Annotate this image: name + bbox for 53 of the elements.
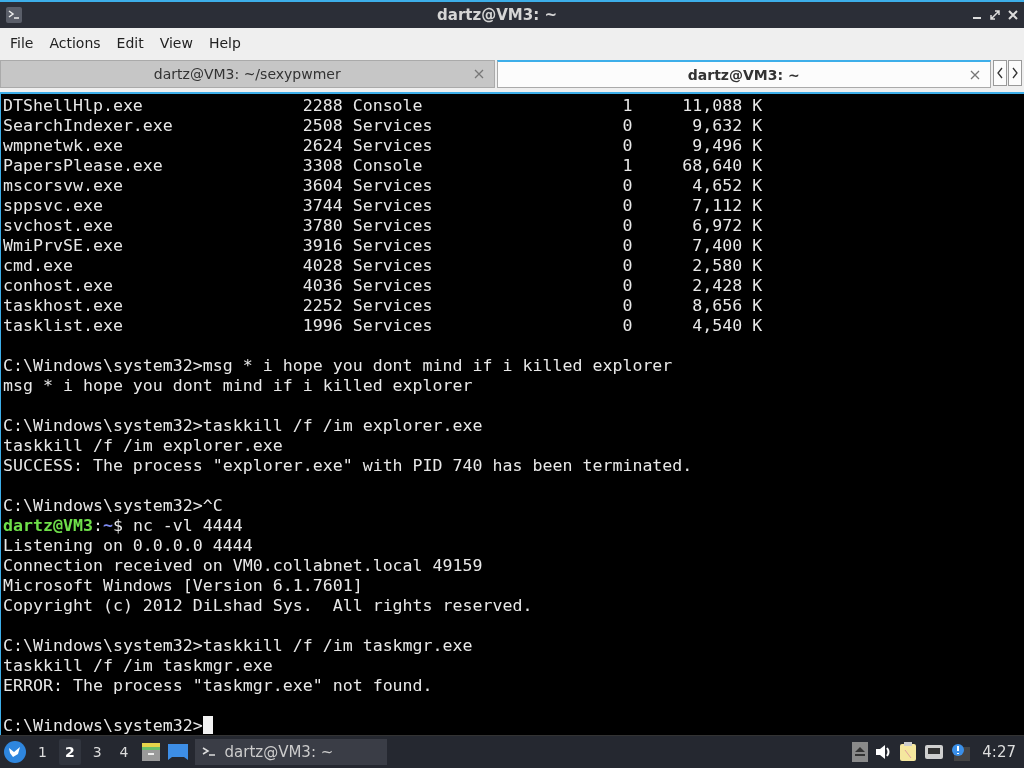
terminal-icon [200,745,217,759]
maximize-icon[interactable] [990,10,1000,20]
terminal-line: sppsvc.exe 3744 Services 0 7,112 K [3,196,763,216]
window-title: dartz@VM3: ~ [436,6,558,24]
clipboard-icon[interactable] [898,742,919,762]
file-cabinet-icon[interactable] [140,742,161,762]
terminal-line: msg * i hope you dont mind if i killed explorer [3,376,473,396]
terminal-line: WmiPrvSE.exe 3916 Services 0 7,400 K [3,236,763,256]
terminal-line: SUCCESS: The process "explorer.exe" with PID 740 has been terminated. [3,456,693,476]
terminal-line: ERROR: The process "taskmgr.exe" not found. [3,676,433,696]
terminal-line: C:\Windows\system32>taskkill /f /im explorer.exe [3,416,483,436]
terminal-line: C:\Windows\system32> [3,716,203,735]
terminal-line: PapersPlease.exe 3308 Console 1 68,640 K [3,156,763,176]
desktop-icon[interactable] [166,742,189,762]
terminal-line: tasklist.exe 1996 Services 0 4,540 K [3,316,763,336]
menu-item[interactable]: File [2,31,42,55]
clock[interactable]: 4:27 [976,743,1020,761]
tab[interactable]: dartz@VM3: ~ [496,60,991,88]
chevron-left-icon[interactable] [993,60,1007,86]
tab[interactable]: dartz@VM3: ~/sexypwmer [0,60,495,88]
terminal-line: svchost.exe 3780 Services 0 6,972 K [3,216,763,236]
terminal-line: C:\Windows\system32>taskkill /f /im taskmgr.exe [3,636,473,656]
menu-item[interactable]: Edit [108,31,152,55]
terminal-line: SearchIndexer.exe 2508 Services 0 9,632 K [3,116,763,136]
workspace-button[interactable]: 4 [113,739,135,765]
terminal-line: Connection received on VM0.collabnet.local 49159 [3,556,483,576]
workspace-button[interactable]: 1 [32,739,53,765]
close-icon[interactable] [970,70,980,80]
network-port-icon[interactable] [924,744,945,760]
terminal-line: Listening on 0.0.0.0 4444 [3,536,253,556]
terminal-line: C:\Windows\system32>^C [3,496,223,516]
workspace-button[interactable]: 2 [58,739,81,765]
menu-item[interactable]: Help [200,31,249,55]
terminal-line: wmpnetwk.exe 2624 Services 0 9,496 K [3,136,763,156]
menu-item[interactable]: View [151,31,201,55]
menu-item[interactable]: Actions [41,31,109,55]
taskbar-task[interactable]: dartz@VM3: ~ [194,739,387,765]
terminal-line: cmd.exe 4028 Services 0 2,580 K [3,256,763,276]
chevron-right-icon[interactable] [1008,60,1022,86]
terminal-line: Microsoft Windows [Version 6.1.7601] [3,576,363,596]
terminal-icon [6,7,22,23]
terminal-line: taskkill /f /im explorer.exe [3,436,283,456]
terminal-line: C:\Windows\system32>msg * i hope you dont mind if i killed explorer [3,356,673,376]
terminal-line: mscorsvw.exe 3604 Services 0 4,652 K [3,176,763,196]
notification-icon[interactable] [950,743,971,761]
terminal-line: Copyright (c) 2012 DiLshad Sys. All rights reserved. [3,596,533,616]
terminal-line: taskkill /f /im taskmgr.exe [3,656,273,676]
terminal-line: DTShellHlp.exe 2288 Console 1 11,088 K [3,96,763,116]
eject-icon[interactable] [852,742,869,762]
terminal-line: conhost.exe 4036 Services 0 2,428 K [3,276,763,296]
terminal-line: dartz@VM3:~$ nc -vl 4444 [3,516,243,536]
workspace-button[interactable]: 3 [86,739,108,765]
terminal-line: taskhost.exe 2252 Services 0 8,656 K [3,296,763,316]
